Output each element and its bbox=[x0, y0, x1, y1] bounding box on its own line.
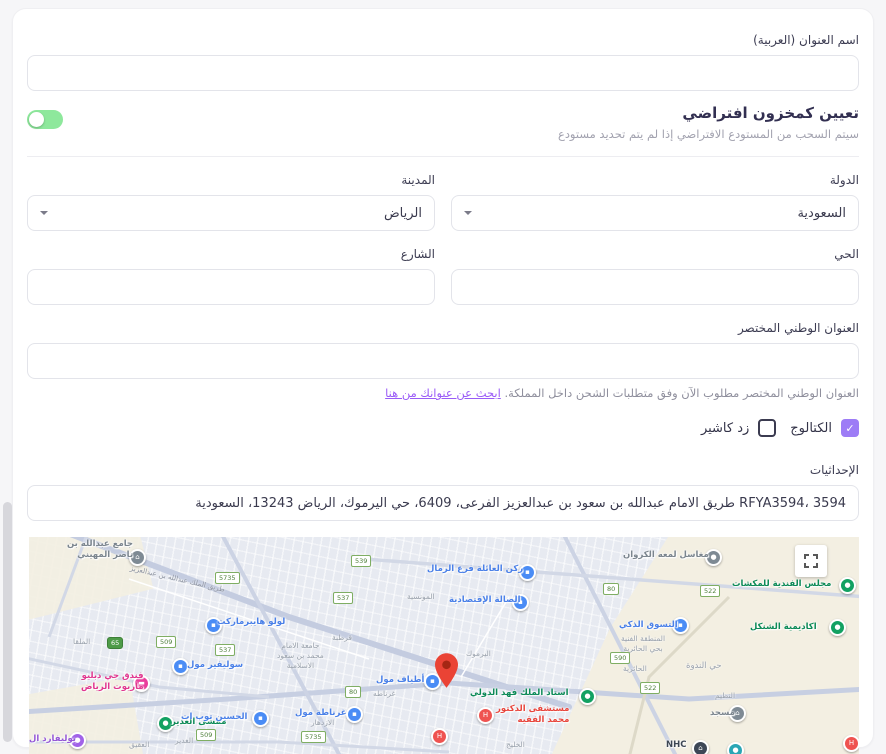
map-route-badge: 65 bbox=[107, 637, 123, 649]
default-stock-row: تعيين كمخزون افتراضي سيتم السحب من المست… bbox=[27, 104, 859, 141]
default-stock-toggle[interactable] bbox=[27, 110, 63, 129]
channel-zid-cashier-label: زد كاشير bbox=[701, 421, 749, 436]
map-poi-label: جامع عبدالله بن ناصر المهيني bbox=[67, 539, 133, 560]
map-route-badge: 5735 bbox=[215, 572, 240, 584]
district-input[interactable] bbox=[451, 269, 859, 305]
address-name-label: اسم العنوان (العربية) bbox=[27, 33, 859, 47]
default-stock-subtitle: سيتم السحب من المستودع الافتراضي إذا لم … bbox=[558, 127, 859, 141]
map-poi-icon[interactable]: ● bbox=[727, 742, 744, 754]
map-poi-icon[interactable]: H bbox=[477, 707, 494, 724]
map-area-label: اليرموك bbox=[466, 649, 491, 659]
map-poi-label: مسجد bbox=[710, 708, 735, 719]
map-area-label: الازدهار bbox=[311, 718, 334, 728]
map-area-label: الغدير bbox=[175, 736, 193, 746]
map-area-label: قرطبة bbox=[332, 633, 352, 643]
fullscreen-button[interactable] bbox=[795, 545, 827, 577]
map-poi-label: أطياف مول bbox=[376, 675, 424, 686]
map-poi-icon[interactable]: ⌂ bbox=[692, 740, 709, 754]
city-label: المدينة bbox=[27, 173, 435, 187]
map-poi-icon[interactable]: ● bbox=[579, 688, 596, 705]
map-poi-label: اكاديمية الشنكل bbox=[750, 622, 817, 633]
map-area-label: الحائرية bbox=[623, 664, 647, 674]
fullscreen-icon bbox=[804, 554, 818, 568]
map-route-badge: 509 bbox=[196, 729, 216, 741]
map-route-badge: 522 bbox=[640, 682, 660, 694]
country-label: الدولة bbox=[451, 173, 859, 187]
map-area-label: المنطقة الفنية بحي الحائرية bbox=[621, 634, 665, 654]
address-name-input[interactable] bbox=[27, 55, 859, 91]
map-poi-icon[interactable]: H bbox=[431, 728, 448, 745]
map-route-badge: 590 bbox=[610, 652, 630, 664]
map-poi-icon[interactable]: ● bbox=[839, 577, 856, 594]
map-poi-label: استاد الملك فهد الدولي bbox=[470, 688, 569, 699]
district-label: الحي bbox=[451, 247, 859, 261]
coordinates-input[interactable] bbox=[27, 485, 859, 521]
map-route-badge: 522 bbox=[700, 585, 720, 597]
map-area-label: الملقا bbox=[73, 637, 90, 647]
district-field: الحي bbox=[451, 247, 859, 305]
map-area-label: النظيم bbox=[715, 691, 735, 701]
location-pin-icon[interactable] bbox=[435, 653, 458, 692]
street-label: الشارع bbox=[27, 247, 435, 261]
street-input[interactable] bbox=[27, 269, 435, 305]
map-area-label: غرناطه bbox=[373, 689, 395, 699]
map-poi-label: بوليفارد ال bbox=[29, 734, 76, 745]
find-address-link[interactable]: ابحث عن عنوانك من هنا bbox=[385, 386, 501, 400]
checkbox-checked-icon[interactable]: ✓ bbox=[841, 419, 859, 437]
map-poi-label: الحسين توب ات bbox=[181, 712, 247, 723]
map-poi-label: مستشفى الدكتور محمد الفقيه bbox=[496, 704, 569, 725]
channel-zid-cashier[interactable]: زد كاشير bbox=[701, 419, 776, 437]
map-poi-label: NHC bbox=[666, 740, 686, 751]
national-address-label: العنوان الوطني المختصر bbox=[27, 321, 859, 335]
map-poi-label: التسوق الذكي bbox=[619, 620, 678, 631]
map-poi-icon[interactable]: H bbox=[843, 735, 859, 752]
country-field: الدولة السعودية bbox=[451, 173, 859, 231]
map-poi-icon[interactable]: ▪ bbox=[346, 706, 363, 723]
map-poi-icon[interactable]: ● bbox=[829, 619, 846, 636]
helper-text: العنوان الوطني المختصر مطلوب الآن وفق مت… bbox=[504, 386, 859, 400]
map-poi-label: مغاسل لمعه الكروان bbox=[623, 550, 709, 561]
map-area-label: جامعة الامام محمد بن سعود الاسلامية bbox=[277, 641, 324, 670]
location-map[interactable]: ⌂ جامع عبدالله بن ناصر المهيني ▪ لولو هايبر… bbox=[29, 537, 859, 754]
map-route-badge: 509 bbox=[156, 636, 176, 648]
map-poi-label: ركن العائلة فرع الرمال bbox=[427, 564, 523, 575]
sales-channels: ✓ الكتالوج زد كاشير bbox=[27, 419, 859, 437]
default-stock-text: تعيين كمخزون افتراضي سيتم السحب من المست… bbox=[558, 104, 859, 141]
map-poi-label: فندق جي دبليو ماريوت الرياض bbox=[81, 671, 144, 692]
map-poi-label: لولو هايبرماركت bbox=[217, 617, 285, 628]
channel-catalog[interactable]: ✓ الكتالوج bbox=[790, 419, 859, 437]
map-area-label: الخليج bbox=[506, 740, 525, 750]
coordinates-label: الإحداثيات bbox=[27, 463, 859, 477]
map-route-badge: 539 bbox=[351, 555, 371, 567]
city-value[interactable]: الرياض bbox=[27, 195, 435, 231]
country-value[interactable]: السعودية bbox=[451, 195, 859, 231]
page-scrollbar[interactable] bbox=[3, 502, 12, 742]
city-select[interactable]: الرياض bbox=[27, 195, 435, 231]
default-stock-title: تعيين كمخزون افتراضي bbox=[558, 104, 859, 122]
map-route-badge: 5735 bbox=[301, 731, 326, 743]
map-route-badge: 80 bbox=[345, 686, 361, 698]
chevron-down-icon bbox=[40, 211, 48, 219]
city-field: المدينة الرياض bbox=[27, 173, 435, 231]
map-route-badge: 537 bbox=[333, 592, 353, 604]
map-poi-label: سوليفير مول bbox=[187, 660, 243, 671]
country-select[interactable]: السعودية bbox=[451, 195, 859, 231]
map-area-label: العقيق bbox=[129, 740, 149, 750]
channel-catalog-label: الكتالوج bbox=[790, 421, 832, 436]
chevron-down-icon bbox=[464, 211, 472, 219]
map-poi-icon[interactable]: ▪ bbox=[252, 710, 269, 727]
national-address-input[interactable] bbox=[27, 343, 859, 379]
street-field: الشارع bbox=[27, 247, 435, 305]
map-route-badge: 537 bbox=[215, 644, 235, 656]
national-address-helper: العنوان الوطني المختصر مطلوب الآن وفق مت… bbox=[27, 386, 859, 400]
map-area-label: المونسية bbox=[407, 592, 435, 602]
address-form-card: اسم العنوان (العربية) تعيين كمخزون افترا… bbox=[12, 8, 874, 748]
section-divider bbox=[27, 156, 859, 157]
map-route-badge: 80 bbox=[603, 583, 619, 595]
toggle-knob bbox=[29, 112, 44, 127]
map-poi-label: الصالة الإقتصادية bbox=[449, 595, 521, 606]
map-poi-label: مجلس الفندية للمكشات bbox=[732, 579, 831, 590]
map-area-label: حي الندوة bbox=[686, 661, 722, 672]
checkbox-unchecked-icon[interactable] bbox=[758, 419, 776, 437]
